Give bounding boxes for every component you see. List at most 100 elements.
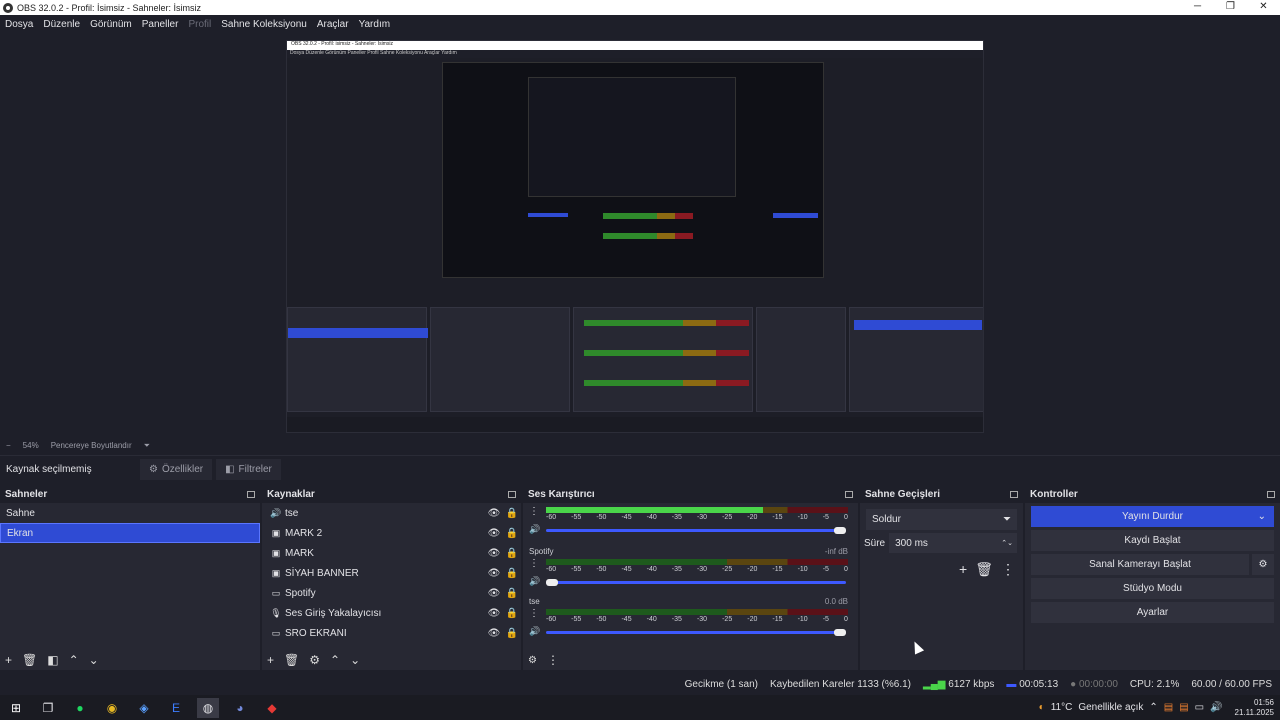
volume-slider[interactable] <box>546 629 846 636</box>
undock-icon[interactable] <box>1010 490 1018 498</box>
add-scene-icon[interactable]: + <box>5 653 12 667</box>
move-down-icon[interactable]: ⌄ <box>89 653 99 667</box>
volume-slider-knob[interactable] <box>834 629 846 636</box>
mute-speaker-icon[interactable]: 🔊 <box>529 524 540 535</box>
scene-filters-icon[interactable]: ◧ <box>47 653 58 667</box>
source-item[interactable]: ▭ SRO EKRANI 👁 🔒 <box>262 623 521 643</box>
source-item[interactable]: ▣ MARK 👁 🔒 <box>262 543 521 563</box>
move-up-icon[interactable]: ⌃ <box>69 653 79 667</box>
menu-profile[interactable]: Profil <box>188 19 211 30</box>
channel-menu-icon[interactable]: ⋮ <box>529 506 539 517</box>
scale-tick-label: -5 <box>822 566 829 573</box>
obs-taskbar-icon[interactable]: ◍ <box>197 697 219 718</box>
zoom-out-button[interactable]: − <box>6 441 11 450</box>
stop-stream-button[interactable]: Yayını Durdur ⌄ <box>1031 506 1274 527</box>
scene-item[interactable]: Ekran <box>0 523 260 543</box>
move-up-icon[interactable]: ⌃ <box>330 653 340 667</box>
undock-icon[interactable] <box>1267 490 1275 498</box>
virtual-camera-settings-icon[interactable]: ⚙ <box>1252 554 1274 575</box>
source-item[interactable]: 🔊 tse 👁 🔒 <box>262 503 521 523</box>
undock-icon[interactable] <box>247 490 255 498</box>
zoom-dropdown-icon[interactable]: ⏷ <box>144 441 150 451</box>
lock-icon[interactable]: 🔒 <box>503 588 521 599</box>
menu-view[interactable]: Görünüm <box>90 19 132 30</box>
tray-app-icon-2[interactable]: ▤ <box>1179 702 1188 713</box>
source-settings-icon[interactable]: ⚙ <box>309 653 320 667</box>
scene-transitions-dock: Sahne Geçişleri Soldur ⏷ Süre 300 ms ⌃⌄ + … <box>860 485 1023 670</box>
chrome-icon[interactable]: ◉ <box>101 698 123 718</box>
chevron-down-icon[interactable]: ⌄ <box>1258 511 1266 522</box>
lock-icon[interactable]: 🔒 <box>503 508 521 519</box>
menu-scene-collection[interactable]: Sahne Koleksiyonu <box>221 19 307 30</box>
source-item[interactable]: 🎙 Ses Giriş Yakalayıcısı 👁 🔒 <box>262 603 521 623</box>
visibility-eye-icon[interactable]: 👁 <box>485 568 503 579</box>
mute-speaker-icon[interactable]: 🔊 <box>529 626 540 637</box>
app-red-icon[interactable]: ◆ <box>261 698 283 718</box>
add-source-icon[interactable]: + <box>267 653 274 667</box>
visibility-eye-icon[interactable]: 👁 <box>485 628 503 639</box>
tray-app-icon[interactable]: ▤ <box>1164 702 1173 713</box>
volume-slider[interactable] <box>546 527 846 534</box>
network-icon[interactable]: ▭ <box>1195 702 1204 713</box>
duration-input[interactable]: 300 ms ⌃⌄ <box>889 533 1017 553</box>
volume-icon[interactable]: 🔊 <box>1210 702 1222 713</box>
app-icon[interactable]: ◈ <box>133 698 155 718</box>
lock-icon[interactable]: 🔒 <box>503 628 521 639</box>
visibility-eye-icon[interactable]: 👁 <box>485 588 503 599</box>
lock-icon[interactable]: 🔒 <box>503 548 521 559</box>
epic-icon[interactable]: E <box>165 698 187 718</box>
menu-file[interactable]: Dosya <box>5 19 33 30</box>
task-view-icon[interactable]: ❐ <box>37 698 59 718</box>
move-down-icon[interactable]: ⌄ <box>350 653 360 667</box>
spotify-icon[interactable]: ● <box>69 698 91 718</box>
source-item[interactable]: ▭ Spotify 👁 🔒 <box>262 583 521 603</box>
advanced-audio-icon[interactable]: ⚙ <box>528 655 537 666</box>
transition-menu-icon[interactable]: ⋮ <box>1001 561 1015 578</box>
transition-select[interactable]: Soldur ⏷ <box>866 509 1017 530</box>
source-item[interactable]: ▣ SİYAH BANNER 👁 🔒 <box>262 563 521 583</box>
discord-icon[interactable]: ◕ <box>229 698 251 718</box>
tray-arrow-icon[interactable]: ⌃ <box>1149 702 1157 713</box>
windows-start-icon[interactable]: ⊞ <box>5 698 27 718</box>
filters-button[interactable]: ◧ Filtreler <box>216 458 281 480</box>
source-name: SRO EKRANI <box>285 627 347 639</box>
start-recording-button[interactable]: Kaydı Başlat <box>1031 530 1274 551</box>
clock[interactable]: 01:56 21.11.2025 <box>1235 698 1274 718</box>
remove-source-icon[interactable]: 🗑 <box>284 653 299 667</box>
volume-slider-knob[interactable] <box>834 527 846 534</box>
volume-slider-knob[interactable] <box>546 579 558 586</box>
start-virtual-camera-button[interactable]: Sanal Kamerayı Başlat <box>1031 554 1249 575</box>
visibility-eye-icon[interactable]: 👁 <box>485 608 503 619</box>
spin-arrows-icon[interactable]: ⌃⌄ <box>1001 539 1013 547</box>
studio-mode-button[interactable]: Stüdyo Modu <box>1031 578 1274 599</box>
lock-icon[interactable]: 🔒 <box>503 568 521 579</box>
lock-icon[interactable]: 🔒 <box>503 608 521 619</box>
channel-menu-icon[interactable]: ⋮ <box>529 608 539 619</box>
remove-scene-icon[interactable]: 🗑 <box>22 653 37 667</box>
add-transition-icon[interactable]: + <box>959 561 967 578</box>
preview-canvas[interactable]: OBS 32.0.2 - Profil: isimsiz - Sahneler:… <box>286 40 984 433</box>
menu-help[interactable]: Yardım <box>359 19 391 30</box>
close-button[interactable]: ✕ <box>1247 0 1280 15</box>
mixer-menu-icon[interactable]: ⋮ <box>547 653 559 667</box>
menu-edit[interactable]: Düzenle <box>43 19 80 30</box>
minimize-button[interactable]: ─ <box>1181 0 1214 15</box>
maximize-button[interactable]: ❐ <box>1214 0 1247 15</box>
channel-menu-icon[interactable]: ⋮ <box>529 558 539 569</box>
settings-button[interactable]: Ayarlar <box>1031 602 1274 623</box>
zoom-fit-button[interactable]: Pencereye Boyutlandır <box>51 441 132 450</box>
lock-icon[interactable]: 🔒 <box>503 528 521 539</box>
scene-item[interactable]: Sahne <box>0 503 260 523</box>
volume-slider[interactable] <box>546 579 846 586</box>
properties-button[interactable]: ⚙ Özellikler <box>140 458 213 480</box>
menu-tools[interactable]: Araçlar <box>317 19 349 30</box>
menu-docks[interactable]: Paneller <box>142 19 179 30</box>
undock-icon[interactable] <box>508 490 516 498</box>
visibility-eye-icon[interactable]: 👁 <box>485 528 503 539</box>
mute-speaker-icon[interactable]: 🔊 <box>529 576 540 587</box>
visibility-eye-icon[interactable]: 👁 <box>485 508 503 519</box>
visibility-eye-icon[interactable]: 👁 <box>485 548 503 559</box>
undock-icon[interactable] <box>845 490 853 498</box>
remove-transition-icon[interactable]: 🗑 <box>975 561 993 578</box>
source-item[interactable]: ▣ MARK 2 👁 🔒 <box>262 523 521 543</box>
